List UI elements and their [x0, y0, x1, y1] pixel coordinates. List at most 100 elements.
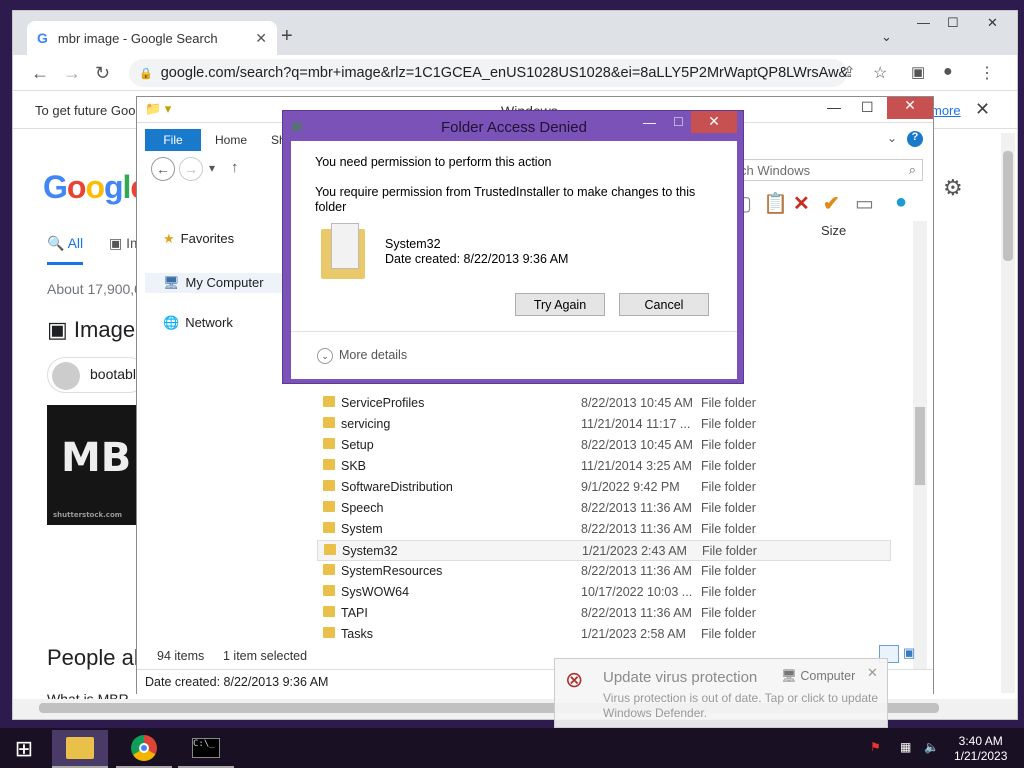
file-row[interactable]: SoftwareDistribution 9/1/2022 9:42 PM File… — [317, 477, 891, 498]
file-row[interactable]: TAPI 8/22/2013 11:36 AM File folder — [317, 603, 891, 624]
forward-arrow-icon[interactable]: → — [63, 63, 81, 84]
dialog-title: Folder Access Denied — [441, 119, 587, 136]
page-scrollbar-thumb[interactable] — [1003, 151, 1013, 261]
navigation-pane: ★ Favorites 🖥 My Computer 🌐 Network — [145, 219, 287, 519]
more-details-toggle[interactable]: ⌄ More details — [317, 348, 407, 364]
up-arrow-icon[interactable]: ↑ — [231, 159, 239, 176]
settings-gear-icon[interactable]: ⚙ — [943, 175, 963, 201]
star-icon: ★ — [163, 231, 175, 246]
file-date: 8/22/2013 11:36 AM — [581, 564, 692, 578]
globe-icon[interactable]: ● — [895, 191, 907, 214]
network-tray-icon[interactable]: ▦ — [900, 740, 911, 754]
nav-my-computer[interactable]: 🖥 My Computer — [145, 273, 287, 293]
taskbar-explorer[interactable] — [52, 730, 108, 768]
file-row[interactable]: SysWOW64 10/17/2022 10:03 ... File folder — [317, 582, 891, 603]
ribbon-expand-icon[interactable]: ⌄ — [887, 131, 897, 145]
defender-tray-icon[interactable]: ⚑ — [870, 740, 881, 754]
folder-icon — [321, 219, 371, 281]
file-name: servicing — [341, 417, 391, 431]
tab-all[interactable]: 🔍 All — [47, 235, 84, 265]
dialog-maximize-button[interactable]: ☐ — [673, 115, 684, 129]
start-button[interactable]: ⊞ — [0, 730, 48, 768]
column-header-size[interactable]: Size — [821, 223, 846, 238]
bookmark-star-icon[interactable]: ☆ — [873, 63, 887, 83]
file-row[interactable]: SystemResources 8/22/2013 11:36 AM File fo… — [317, 561, 891, 582]
try-again-button[interactable]: Try Again — [515, 293, 605, 316]
tab-search-icon[interactable]: ⌄ — [881, 29, 892, 45]
quick-access-toolbar-icon[interactable]: 📁 ▾ — [145, 101, 171, 117]
notification-body: Virus protection is out of date. Tap or … — [603, 691, 879, 720]
tab-home[interactable]: Home — [215, 133, 247, 147]
file-type: File folder — [701, 606, 756, 620]
file-name: SKB — [341, 459, 367, 473]
google-logo[interactable]: Google — [43, 169, 148, 206]
recent-locations-icon[interactable]: ▾ — [209, 161, 215, 175]
explorer-close-button[interactable]: ✕ — [887, 97, 933, 119]
file-row[interactable]: Speech 8/22/2013 11:36 AM File folder — [317, 498, 891, 519]
explorer-minimize-button[interactable]: — — [827, 99, 841, 115]
file-type: File folder — [701, 501, 756, 515]
file-row[interactable]: Tasks 1/21/2023 2:58 AM File folder — [317, 624, 891, 645]
back-arrow-icon[interactable]: ← — [31, 63, 49, 84]
file-row[interactable]: ServiceProfiles 8/22/2013 10:45 AM File fo… — [317, 393, 891, 414]
file-name: TAPI — [341, 606, 368, 620]
close-tab-icon[interactable]: ✕ — [255, 30, 267, 47]
notification-source-label: Computer — [800, 669, 856, 683]
file-type: File folder — [701, 459, 756, 473]
browser-tab[interactable]: G mbr image - Google Search ✕ — [27, 21, 277, 55]
file-type: File folder — [701, 627, 756, 641]
file-name: System — [341, 522, 383, 536]
search-icon: ⌕ — [908, 162, 916, 177]
explorer-back-icon[interactable]: ← — [151, 157, 175, 181]
tab-file[interactable]: File — [145, 129, 201, 151]
file-row[interactable]: servicing 11/21/2014 11:17 ... File folder — [317, 414, 891, 435]
paste-icon[interactable]: 📋 — [763, 191, 788, 216]
file-type: File folder — [701, 480, 756, 494]
taskbar-chrome[interactable] — [116, 730, 172, 768]
file-list-scrollbar-thumb[interactable] — [915, 407, 925, 485]
help-icon[interactable]: ? — [907, 131, 923, 147]
cancel-button[interactable]: Cancel — [619, 293, 709, 316]
minimize-button[interactable]: — — [917, 15, 930, 30]
delete-icon[interactable]: ✕ — [793, 191, 810, 216]
new-tab-button[interactable]: + — [281, 25, 293, 48]
nav-network[interactable]: 🌐 Network — [163, 315, 233, 331]
dialog-minimize-button[interactable]: — — [643, 115, 656, 130]
file-row[interactable]: SKB 11/21/2014 3:25 AM File folder — [317, 456, 891, 477]
dialog-close-button[interactable]: ✕ — [691, 111, 737, 133]
checkmark-icon[interactable]: ✔ — [823, 191, 840, 216]
close-window-button[interactable]: ✕ — [987, 15, 998, 31]
file-row[interactable]: System32 1/21/2023 2:43 AM File folder — [317, 540, 891, 561]
url-bar[interactable]: 🔒 google.com/search?q=mbr+image&rlz=1C1G… — [129, 59, 847, 87]
chip-label: bootabl — [90, 366, 136, 382]
large-icons-view-icon[interactable]: ▣ — [903, 645, 923, 663]
file-row[interactable]: Setup 8/22/2013 10:45 AM File folder — [317, 435, 891, 456]
maximize-button[interactable]: ☐ — [947, 15, 959, 31]
clock[interactable]: 3:40 AM 1/21/2023 — [954, 734, 1007, 764]
defender-notification[interactable]: ⊗ Update virus protection 🖥 Computer ✕ V… — [554, 658, 888, 728]
folder-icon — [323, 459, 335, 470]
notification-close-icon[interactable]: ✕ — [867, 665, 878, 681]
url-text: google.com/search?q=mbr+image&rlz=1C1GCE… — [160, 65, 847, 81]
volume-tray-icon[interactable]: 🔈 — [924, 740, 939, 754]
share-icon[interactable]: ⇪ — [843, 63, 856, 81]
explorer-maximize-button[interactable]: ☐ — [861, 99, 874, 116]
dialog-body: You need permission to perform this acti… — [291, 141, 737, 379]
info-bar-close-icon[interactable]: ✕ — [975, 99, 990, 120]
reload-icon[interactable]: ↻ — [95, 63, 110, 84]
more-details-label: More details — [339, 348, 408, 362]
properties-icon[interactable]: ▭ — [855, 191, 874, 216]
results-count: About 17,900,0 — [47, 281, 142, 297]
nav-favorites[interactable]: ★ Favorites — [163, 231, 234, 247]
info-bar-text: To get future Goo — [35, 103, 136, 118]
explorer-forward-icon[interactable]: → — [179, 157, 203, 181]
file-date: 9/1/2022 9:42 PM — [581, 480, 680, 494]
file-row[interactable]: System 8/22/2013 11:36 AM File folder — [317, 519, 891, 540]
info-bar-more-link[interactable]: more — [931, 103, 961, 118]
mbr-image-thumbnail[interactable]: MB shutterstock.com — [47, 405, 147, 525]
bootable-chip[interactable]: bootabl — [47, 357, 147, 393]
menu-kebab-icon[interactable]: ⋮ — [979, 63, 995, 83]
profile-avatar-icon[interactable]: ● — [943, 63, 953, 81]
side-panel-icon[interactable]: ▣ — [911, 63, 925, 81]
taskbar-cmd[interactable]: C:\_ — [178, 730, 234, 768]
